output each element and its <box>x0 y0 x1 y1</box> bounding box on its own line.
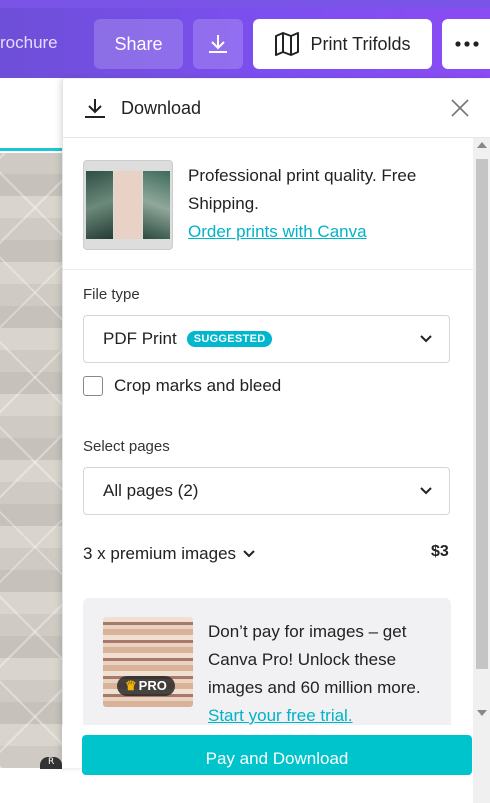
share-label: Share <box>114 33 163 54</box>
crown-icon: ♛ <box>125 678 137 693</box>
premium-images-label: 3 x premium images <box>83 544 237 563</box>
chevron-down-icon <box>243 550 255 558</box>
thumbnail-panel-right <box>143 171 170 239</box>
premium-price: $3 <box>431 543 449 560</box>
panel-scrollbar[interactable] <box>473 138 490 803</box>
crop-marks-option[interactable]: Crop marks and bleed <box>83 376 281 396</box>
pro-badge: ♛ PRO <box>117 676 175 696</box>
download-panel: Download Professional print quality. Fre… <box>62 79 490 803</box>
panel-title: Download <box>121 98 202 118</box>
divider <box>63 269 473 270</box>
print-preview-thumbnail <box>83 160 173 250</box>
scrollbar-thumb[interactable] <box>476 159 488 669</box>
pro-badge-label: PRO <box>138 678 167 693</box>
premium-image-thumbnail: ♛ PRO <box>103 617 193 707</box>
print-promo-text: Professional print quality. Free Shippin… <box>188 166 417 213</box>
thumbnail-panel-middle <box>114 171 142 239</box>
select-pages-label: Select pages <box>83 438 170 455</box>
suggested-badge: SUGGESTED <box>186 331 273 347</box>
file-type-value: PDF Print <box>103 329 177 348</box>
pro-upsell-message: Don’t pay for images – get Canva Pro! Un… <box>208 618 433 730</box>
crop-marks-checkbox[interactable] <box>83 376 103 396</box>
design-canvas-area <box>0 78 70 768</box>
download-toolbar-button[interactable] <box>193 19 243 69</box>
top-toolbar: rochure Share Print Trifolds <box>0 0 490 78</box>
download-panel-header: Download <box>63 79 490 138</box>
more-options-button[interactable] <box>442 19 490 69</box>
design-page-background[interactable] <box>0 153 70 768</box>
download-icon <box>85 99 105 118</box>
close-icon[interactable] <box>448 96 472 120</box>
scroll-down-arrow[interactable] <box>477 710 487 716</box>
print-promo: Professional print quality. Free Shippin… <box>188 162 458 246</box>
select-pages-dropdown[interactable]: All pages (2) <box>83 467 450 515</box>
map-icon <box>275 32 300 56</box>
chevron-down-icon <box>420 487 432 495</box>
file-type-select[interactable]: PDF Print SUGGESTED <box>83 315 450 363</box>
chevron-down-icon <box>420 335 432 343</box>
order-prints-link[interactable]: Order prints with Canva <box>188 222 367 241</box>
file-type-label: File type <box>83 286 140 303</box>
premium-images-toggle[interactable]: 3 x premium images <box>83 544 256 564</box>
download-icon <box>209 35 227 53</box>
select-pages-value: All pages (2) <box>103 481 199 500</box>
crop-marks-label: Crop marks and bleed <box>114 376 282 395</box>
free-trial-link[interactable]: Start your free trial. <box>208 706 353 725</box>
page-selection-line <box>0 148 70 151</box>
canvas-avatar: R <box>40 757 62 769</box>
canva-pro-upsell-card: ♛ PRO Don’t pay for images – get Canva Pr… <box>83 598 451 738</box>
thumbnail-panel-left <box>86 171 113 239</box>
panel-scroll-area[interactable]: Professional print quality. Free Shippin… <box>63 138 473 768</box>
pay-and-download-button[interactable]: Pay and Download <box>82 735 472 775</box>
pro-upsell-text: Don’t pay for images – get Canva Pro! Un… <box>208 622 421 697</box>
scroll-up-arrow[interactable] <box>477 142 487 148</box>
print-trifolds-label: Print Trifolds <box>310 33 411 54</box>
toolbar-top-strip <box>0 0 490 8</box>
print-trifolds-button[interactable]: Print Trifolds <box>253 19 432 69</box>
more-dots-icon <box>455 41 479 47</box>
document-title[interactable]: rochure <box>0 33 58 53</box>
share-button[interactable]: Share <box>94 19 183 69</box>
